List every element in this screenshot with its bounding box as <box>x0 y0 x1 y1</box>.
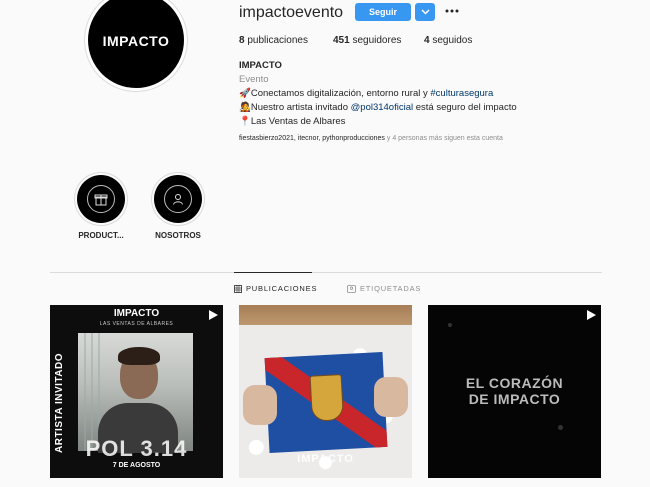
suggested-dropdown-button[interactable] <box>415 3 435 21</box>
stat-posts-label: publicaciones <box>247 35 308 46</box>
gift-box-icon <box>94 194 108 206</box>
post-line-1: EL CORAZÓN <box>465 375 564 391</box>
post-date: 7 DE AGOSTO <box>112 462 161 469</box>
highlight-cover <box>77 175 125 223</box>
highlight-cover <box>154 175 202 223</box>
stat-followers-count: 451 <box>333 35 350 46</box>
user-icon <box>173 194 183 205</box>
rocket-icon: 🚀 <box>239 88 251 99</box>
active-tab-indicator <box>234 272 312 273</box>
post-big-text: POL 3.14 <box>85 436 188 461</box>
avatar-logo-text: IMPACTO <box>102 33 170 49</box>
tab-tagged[interactable]: ETIQUETADAS <box>347 284 421 293</box>
followed-by-names: fiestasbierzo2021, itecnor, pythonproduc… <box>239 135 385 142</box>
coat-of-arms <box>309 374 344 422</box>
location-pin-icon: 📍 <box>239 116 251 127</box>
stat-posts-count: 8 <box>239 35 245 46</box>
reel-icon <box>209 310 218 320</box>
post-line-2: DE IMPACTO <box>468 391 561 407</box>
highlight-about-us-label[interactable]: NOSOTROS <box>138 231 218 240</box>
chevron-down-icon <box>420 9 430 15</box>
post-heart-of-impact[interactable]: EL CORAZÓN DE IMPACTO <box>428 305 601 478</box>
highlight-ring <box>87 185 115 213</box>
follow-button[interactable]: Seguir <box>355 3 411 21</box>
bio-category: Evento <box>239 74 269 85</box>
stat-followers-label: seguidores <box>352 35 402 46</box>
highlight-products[interactable] <box>77 175 125 223</box>
post-overlay-text: IMPACTO <box>297 453 354 465</box>
bio-line-2-text-a: Nuestro artista invitado <box>250 102 351 113</box>
tab-posts[interactable]: PUBLICACIONES <box>234 284 317 293</box>
tab-posts-label: PUBLICACIONES <box>246 284 318 293</box>
bio-line-1-text: Conectamos digitalización, entorno rural… <box>250 88 431 99</box>
reel-icon <box>587 310 596 320</box>
stat-following-count: 4 <box>424 35 430 46</box>
post-logo: IMPACTO <box>113 308 160 319</box>
artist-icon: 🧑‍🎤 <box>239 102 251 113</box>
post-artist[interactable]: IMPACTO LAS VENTAS DE ALBARES ARTISTA IN… <box>50 305 223 478</box>
bio-line-3-text: Las Ventas de Albares <box>250 116 346 127</box>
highlight-ring <box>164 185 192 213</box>
stat-following-label: seguidos <box>432 35 473 46</box>
tagged-icon <box>347 284 356 293</box>
options-button[interactable] <box>444 4 460 18</box>
grid-icon <box>234 284 242 293</box>
hashtag-link[interactable]: #culturasegura <box>430 88 493 99</box>
hand-right <box>374 377 408 417</box>
hand-left <box>243 385 277 425</box>
post-subtitle: LAS VENTAS DE ALBARES <box>99 321 174 327</box>
bio-name: IMPACTO <box>239 60 282 71</box>
followed-by-text[interactable]: fiestasbierzo2021, itecnor, pythonproduc… <box>239 135 503 142</box>
bio-line-3: 📍Las Ventas de Albares <box>239 115 517 129</box>
post-side-text: ARTISTA INVITADO <box>54 352 65 453</box>
tabs-divider <box>50 272 602 273</box>
sparkle <box>448 323 452 327</box>
followed-by-more: y 4 personas más siguen esta cuenta <box>384 135 503 142</box>
bio-line-2-text-b: está seguro del impacto <box>413 102 517 113</box>
tab-tagged-label: ETIQUETADAS <box>360 284 422 293</box>
bio-line-2: 🧑‍🎤Nuestro artista invitado @pol314ofici… <box>239 101 517 115</box>
profile-username: impactoevento <box>239 4 344 21</box>
post-package[interactable]: IMPACTO <box>239 305 412 478</box>
mention-link[interactable]: @pol314oficial <box>351 102 413 113</box>
highlight-products-label[interactable]: PRODUCT... <box>61 231 141 240</box>
profile-avatar[interactable]: IMPACTO <box>88 0 184 88</box>
stat-followers[interactable]: 451 seguidores <box>333 35 401 46</box>
profile-bio: IMPACTO Evento 🚀Conectamos digitalizació… <box>239 59 517 129</box>
sparkle <box>558 425 563 430</box>
bio-line-1: 🚀Conectamos digitalización, entorno rura… <box>239 87 517 101</box>
artist-photo <box>78 333 193 453</box>
highlight-about-us[interactable] <box>154 175 202 223</box>
artist-hair <box>118 347 160 365</box>
stat-posts: 8 publicaciones <box>239 35 308 46</box>
flag <box>264 351 388 454</box>
more-options-icon <box>445 9 459 13</box>
stat-following[interactable]: 4 seguidos <box>424 35 472 46</box>
